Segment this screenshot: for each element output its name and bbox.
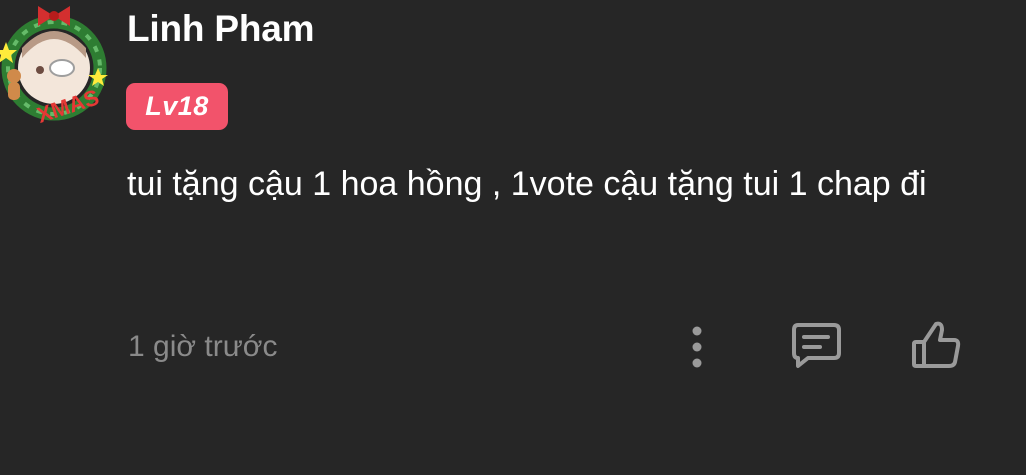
author-name[interactable]: Linh Pham — [127, 8, 315, 50]
avatar[interactable]: XMAS — [0, 0, 112, 132]
level-badge: Lv18 — [126, 83, 228, 130]
comment-text: tui tặng cậu 1 hoa hồng , 1vote cậu tặng… — [127, 165, 927, 203]
more-options-button[interactable] — [676, 322, 718, 372]
timestamp: 1 giờ trước — [128, 330, 278, 363]
more-vertical-icon — [692, 326, 702, 368]
like-button[interactable] — [908, 318, 964, 372]
christmas-avatar-frame-icon: XMAS — [0, 6, 108, 128]
reply-button[interactable] — [788, 320, 844, 370]
thumbs-up-icon — [912, 321, 961, 368]
comment-item: XMAS Linh Pham Lv18 tui tặng cậu 1 hoa h… — [0, 0, 1026, 475]
comment-icon — [792, 323, 841, 368]
